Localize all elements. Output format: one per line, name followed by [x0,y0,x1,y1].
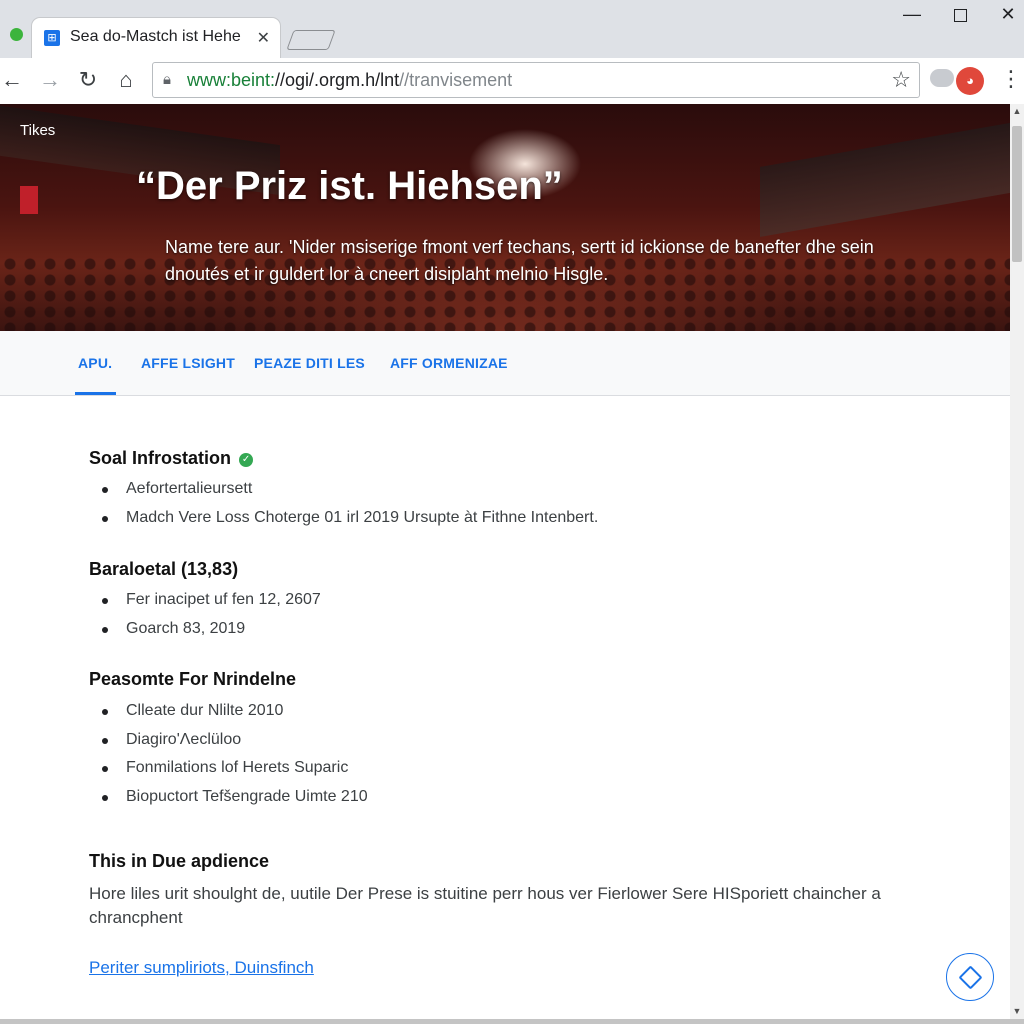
section-heading: Peasomte For Nrindelne [89,669,297,689]
url-text[interactable]: www:beint://ogi/.orgm.h/lnt//tranvisemen… [187,70,512,91]
active-tab-indicator [75,392,116,395]
section-heading: Soal Infrostation ✓ [89,448,254,469]
list-item-text: Clleate dur Nlilte 2010 [126,702,284,719]
lock-icon: 🔒︎ [163,71,171,88]
tab-affe-lsight[interactable]: AFFE LSIGHT [141,355,235,371]
browser-title-bar: ⊞ Sea do-Mastch ist Hehe ✕ — ✕ [0,0,1024,58]
tab-peaze-ditles[interactable]: PEAZE DITI LES [254,355,365,371]
back-arrow-icon[interactable]: ← [0,64,28,96]
list-item: Fer inacipet uf fen 12, 2607 [100,591,321,620]
section-list: Clleate dur Nlilte 2010 Diagiro'Ʌeclüloo… [100,702,368,816]
bullet-icon [102,626,108,633]
list-item-text: Fonmilations lof Herets Suparic [126,759,349,776]
profile-avatar-icon[interactable]: ◕ [956,67,984,95]
bottom-border [0,1019,1024,1024]
new-tab-button[interactable] [286,30,336,50]
window-minimize-button[interactable]: — [892,4,932,25]
window-maximize-button[interactable] [940,4,980,27]
scroll-up-arrow-icon[interactable]: ▲ [1010,106,1024,116]
address-bar[interactable]: 🔒︎ www:beint://ogi/.orgm.h/lnt//tranvise… [152,62,920,98]
browser-tab-active[interactable]: ⊞ Sea do-Mastch ist Hehe ✕ [32,18,280,58]
url-host: www:beint: [187,70,276,90]
scroll-thumb[interactable] [1012,126,1022,262]
list-item-text: Diagiro'Ʌeclüloo [126,730,242,748]
verified-check-icon: ✓ [239,453,254,467]
home-icon[interactable]: ⌂ [110,64,142,96]
hero-title: “Der Priz ist. Hiehsen” [136,164,563,208]
list-item: Clleate dur Nlilte 2010 [100,702,368,731]
bullet-icon [102,487,108,493]
section-heading: Baraloetal (13,83) [89,559,239,579]
bullet-icon [102,794,108,801]
url-path: //tranvisement [399,70,513,90]
list-item: Goarch 83, 2019 [100,620,321,649]
list-item-text: Madch Vere Loss Choterge 01 irl 2019 Urs… [126,508,599,526]
hero-tag: Tikes [20,122,56,139]
cloud-extension-icon[interactable] [930,69,954,87]
browser-toolbar: ← → ↻ ⌂ 🔒︎ www:beint://ogi/.orgm.h/lnt//… [0,58,1024,105]
list-item: Diagiro'Ʌeclüloo [100,731,368,760]
page-scrollbar[interactable]: ▲ ▼ [1010,104,1024,1020]
hero-red-marker [20,186,38,214]
favicon-icon: ⊞ [44,30,60,46]
list-item-text: Fer inacipet uf fen 12, 2607 [126,591,321,608]
main-content: Soal Infrostation ✓ Aefortertalieursett M… [0,396,1010,1020]
hero-banner: Tikes “Der Priz ist. Hiehsen” Name tere … [0,104,1010,331]
hero-subtitle: Name tere aur. 'Nider msiserige fmont ve… [165,237,874,284]
tab-close-icon[interactable]: ✕ [257,28,270,48]
forward-arrow-icon[interactable]: → [34,64,66,96]
section-heading-text: Soal Infrostation [89,448,232,468]
list-item: Biopuctort Tefšengrade Uimte 210 [100,788,368,817]
tab-aff-ormenizae[interactable]: AFF ORMENIZAE [390,355,508,371]
audience-paragraph: Hore liles urit shoulght de, uutile Der … [89,884,881,927]
list-item-text: Aefortertalieursett [126,480,253,497]
bullet-icon [102,515,108,522]
url-domain: //ogi/.orgm.h/lnt [275,70,400,90]
diamond-icon [958,965,983,990]
bullet-icon [102,737,108,744]
hero-balcony-right [760,121,1010,237]
list-item-text: Biopuctort Tefšengrade Uimte 210 [126,787,368,805]
list-item: Aefortertalieursett [100,480,598,509]
tab-apu[interactable]: APU. [78,355,112,371]
maximize-icon [953,9,967,22]
section-list: Aefortertalieursett Madch Vere Loss Chot… [100,480,598,537]
list-item-text: Goarch 83, 2019 [126,619,246,637]
page-tab-bar: APU. AFFE LSIGHT PEAZE DITI LES AFF ORME… [0,331,1010,396]
window-close-button[interactable]: ✕ [988,4,1024,25]
bullet-icon [102,766,108,772]
reload-icon[interactable]: ↻ [72,64,104,96]
list-item: Madch Vere Loss Choterge 01 irl 2019 Urs… [100,509,598,538]
scroll-down-arrow-icon[interactable]: ▼ [1010,1006,1024,1016]
list-item: Fonmilations lof Herets Suparic [100,759,368,788]
audience-heading: This in Due apdience [89,851,270,871]
bullet-icon [102,598,108,604]
browser-menu-icon[interactable]: ⋮ [1000,66,1022,92]
section-list: Fer inacipet uf fen 12, 2607 Goarch 83, … [100,591,321,648]
bookmark-star-icon[interactable]: ☆ [891,67,911,93]
tab-title: Sea do-Mastch ist Hehe [70,28,241,45]
floating-action-button[interactable] [946,953,994,1001]
status-dot-icon [10,28,23,41]
bullet-icon [102,709,108,715]
audience-link[interactable]: Periter sumpliriots, Duinsfinch [89,958,314,978]
